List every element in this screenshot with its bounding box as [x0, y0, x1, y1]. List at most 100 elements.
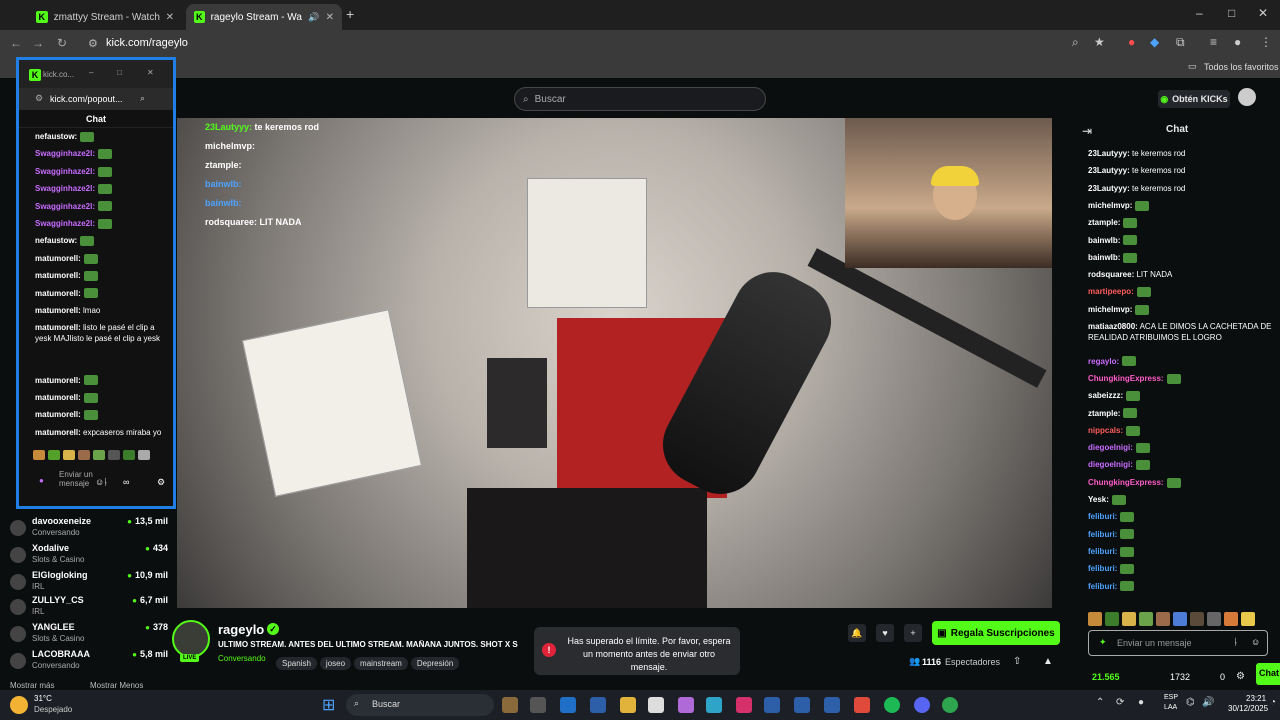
app-icon[interactable]	[530, 697, 546, 713]
app-icon[interactable]	[736, 697, 752, 713]
sidebar-channel[interactable]: LACOBRAAA Conversando 5,8 mil	[8, 649, 168, 673]
settings-icon[interactable]: ⚙	[157, 477, 165, 488]
chat-username[interactable]: ChungkingExpress:	[1088, 478, 1164, 487]
network-icon[interactable]: ⌬	[1186, 697, 1195, 708]
zoom-icon[interactable]: ⌕	[140, 93, 145, 104]
chat-username[interactable]: matumorell:	[35, 289, 81, 298]
chat-username[interactable]: bainwlb:	[1088, 236, 1120, 245]
chat-username[interactable]: ztample:	[1088, 409, 1120, 418]
close-window-button[interactable]: ✕	[1258, 6, 1268, 20]
chat-username[interactable]: rodsquaree:	[1088, 270, 1134, 279]
video-player[interactable]: 23Lautyyy: te keremos rod michelmvp: ztamp…	[177, 118, 1052, 608]
site-info-icon[interactable]: ⚙	[35, 93, 43, 104]
share-icon[interactable]: ⇧	[1013, 656, 1021, 667]
volume-icon[interactable]: 🔊	[1202, 697, 1214, 708]
minimize-button[interactable]: –	[89, 68, 93, 77]
bell-icon[interactable]: 🔔	[848, 624, 866, 642]
popout-url-bar[interactable]: ⚙ kick.com/popout... ⌕	[19, 88, 173, 110]
zoom-icon[interactable]: ⌕	[1072, 35, 1079, 50]
minimize-button[interactable]: –	[1196, 6, 1203, 20]
user-avatar[interactable]	[1238, 88, 1256, 106]
chat-username[interactable]: matumorell:	[35, 306, 81, 315]
chat-username[interactable]: feliburi:	[1088, 512, 1117, 521]
emote-icon[interactable]	[63, 450, 75, 460]
emote-icon[interactable]	[108, 450, 120, 460]
emote-icon[interactable]	[33, 450, 45, 460]
emote-icon[interactable]	[1190, 612, 1204, 626]
audio-icon[interactable]: 🔊	[308, 12, 319, 23]
forward-icon[interactable]: →	[26, 36, 50, 50]
bookmark-star-icon[interactable]: ★	[1094, 35, 1105, 49]
profile-icon[interactable]: ●	[1234, 35, 1241, 49]
chat-tools-icon[interactable]: ∞	[123, 477, 129, 487]
tag-pill[interactable]: Depresión	[410, 657, 460, 670]
show-more-link[interactable]: Mostrar más	[10, 681, 54, 690]
chat-username[interactable]: matiaaz0800:	[1088, 322, 1138, 331]
chat-username[interactable]: 23Lautyyy:	[1088, 184, 1130, 193]
chat-username[interactable]: Swagginhaze2l:	[35, 149, 95, 158]
steam-icon[interactable]	[824, 697, 840, 713]
get-kicks-button[interactable]: ◉ Obtén KICKs	[1158, 90, 1230, 108]
store-icon[interactable]	[648, 697, 664, 713]
sidebar-channel[interactable]: Xodalive Slots & Casino 434	[8, 543, 168, 567]
chat-username[interactable]: Swagginhaze2l:	[35, 202, 95, 211]
stream-category[interactable]: Conversando	[218, 654, 266, 663]
emote-icon[interactable]	[1122, 612, 1136, 626]
chat-username[interactable]: matumorell:	[35, 410, 81, 419]
emoji-icon[interactable]: ☺	[1251, 637, 1260, 647]
tab-zmattyy[interactable]: K zmattyy Stream - Watch Live o ✕	[28, 4, 182, 30]
chat-username[interactable]: feliburi:	[1088, 530, 1117, 539]
steam-icon[interactable]	[764, 697, 780, 713]
steam-icon[interactable]	[590, 697, 606, 713]
chat-username[interactable]: nefaustow:	[35, 132, 77, 141]
gift-subscriptions-button[interactable]: ▣ Regala Suscripciones	[932, 621, 1060, 645]
popout-chat-input[interactable]: ● Enviar un mensaje	[33, 470, 101, 496]
zero-count[interactable]: 0	[1220, 672, 1225, 682]
tag-pill[interactable]: mainstream	[354, 657, 408, 670]
steam-icon[interactable]	[794, 697, 810, 713]
clock-time[interactable]: 23:21	[1246, 694, 1266, 703]
chat-username[interactable]: diegoelnigi:	[1088, 443, 1133, 452]
chat-username[interactable]: michelmvp:	[1088, 305, 1132, 314]
popout-chat-window[interactable]: K kick.co... – □ ✕ ⚙ kick.com/popout... …	[16, 57, 176, 509]
weather-temp[interactable]: 31°C	[34, 694, 52, 703]
sidebar-channel[interactable]: ZULLYY_CS IRL 6,7 mil	[8, 595, 168, 619]
copilot-icon[interactable]	[678, 697, 694, 713]
chat-username[interactable]: martipeepo:	[1088, 287, 1134, 296]
emote-icon[interactable]	[123, 450, 135, 460]
emote-icon[interactable]	[1207, 612, 1221, 626]
kicks-icon[interactable]: ᚿ	[1233, 637, 1238, 647]
close-button[interactable]: ✕	[147, 68, 154, 77]
kicks-balance[interactable]: 21.565	[1092, 672, 1120, 682]
gift-plus-icon[interactable]: +	[904, 624, 922, 642]
folder-icon[interactable]	[620, 697, 636, 713]
chat-username[interactable]: nippcals:	[1088, 426, 1123, 435]
chat-username[interactable]: feliburi:	[1088, 564, 1117, 573]
chat-username[interactable]: ChungkingExpress:	[1088, 374, 1164, 383]
close-tab-icon[interactable]: ✕	[326, 12, 334, 23]
tray-sync-icon[interactable]: ⟳	[1116, 697, 1124, 708]
channel-name[interactable]: rageylo	[218, 622, 264, 637]
chat-username[interactable]: ztample:	[1088, 218, 1120, 227]
microphone-icon[interactable]: ●	[1138, 697, 1144, 708]
emote-icon[interactable]	[48, 450, 60, 460]
emote-icon[interactable]	[93, 450, 105, 460]
tab-rageylo[interactable]: K rageylo Stream - Watch Live 🔊 ✕	[186, 4, 342, 30]
maximize-button[interactable]: □	[1228, 6, 1235, 20]
url-field[interactable]: ⚙ kick.com/rageylo	[84, 33, 1094, 53]
emoji-icon[interactable]: ☺	[95, 477, 104, 487]
chat-username[interactable]: matumorell:	[35, 271, 81, 280]
language-label[interactable]: ESP	[1164, 694, 1178, 701]
chat-username[interactable]: matumorell:	[35, 323, 81, 332]
emote-icon[interactable]	[1088, 612, 1102, 626]
close-tab-icon[interactable]: ✕	[166, 12, 174, 23]
menu-icon[interactable]: ⋮	[1260, 35, 1272, 49]
media-control-icon[interactable]: ≡	[1210, 35, 1217, 49]
chat-username[interactable]: Yesk:	[1088, 495, 1109, 504]
chat-username[interactable]: Swagginhaze2l:	[35, 219, 95, 228]
emote-icon[interactable]	[78, 450, 90, 460]
chat-username[interactable]: Swagginhaze2l:	[35, 167, 95, 176]
emote-icon[interactable]	[138, 450, 150, 460]
chat-username[interactable]: michelmvp:	[1088, 201, 1132, 210]
emote-icon[interactable]	[1156, 612, 1170, 626]
